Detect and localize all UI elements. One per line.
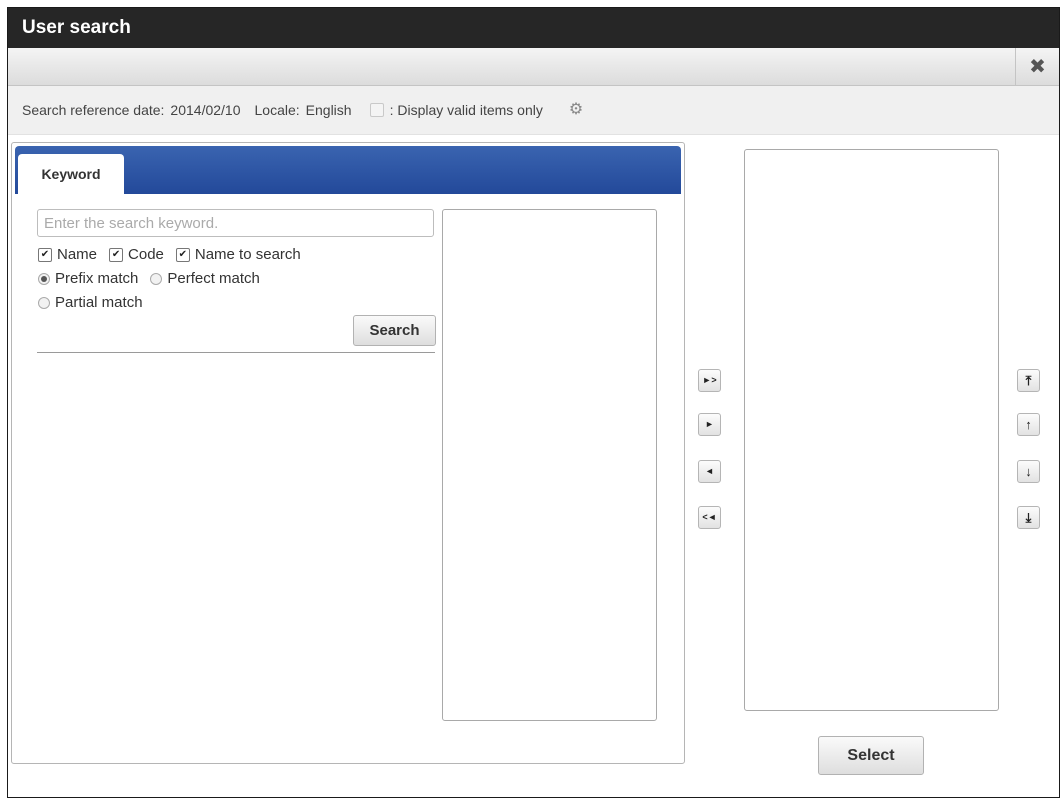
close-icon: ✖ — [1029, 56, 1046, 78]
search-field-options: ✔ Name ✔ Code ✔ Name to search — [38, 246, 313, 263]
search-panel: Keyword ✔ Name ✔ Code ✔ Name to search P… — [11, 142, 685, 764]
partial-match-label: Partial match — [55, 294, 143, 311]
code-checkbox-label: Code — [128, 246, 164, 263]
search-button[interactable]: Search — [353, 315, 436, 346]
reference-date-value: 2014/02/10 — [170, 102, 241, 118]
remove-all-button[interactable]: <◄ — [698, 506, 721, 529]
select-button[interactable]: Select — [818, 736, 924, 775]
name-to-search-checkbox[interactable]: ✔ — [175, 247, 190, 262]
partial-match-radio[interactable] — [38, 296, 50, 309]
move-top-icon: ⤒ — [1025, 373, 1032, 388]
code-checkbox[interactable]: ✔ — [109, 247, 124, 262]
move-top-button[interactable]: ⤒ — [1017, 369, 1040, 392]
valid-items-checkbox[interactable] — [369, 103, 384, 117]
move-bottom-icon: ⤓ — [1025, 510, 1032, 525]
prefix-match-label: Prefix match — [55, 270, 139, 287]
close-button[interactable]: ✖ — [1015, 48, 1059, 85]
remove-all-icon: <◄ — [702, 512, 717, 522]
add-all-icon: ►> — [702, 375, 717, 385]
dialog-title: User search — [8, 8, 1059, 48]
name-to-search-checkbox-label: Name to search — [194, 246, 301, 263]
match-options-row: Prefix match Perfect match — [38, 270, 272, 287]
perfect-match-radio[interactable] — [150, 272, 163, 285]
remove-icon: ◄ — [705, 466, 714, 476]
remove-button[interactable]: ◄ — [698, 460, 721, 483]
name-checkbox-label: Name — [57, 246, 98, 263]
locale-label: Locale: — [254, 102, 300, 118]
prefix-match-radio[interactable] — [38, 272, 50, 285]
move-bottom-button[interactable]: ⤓ — [1017, 506, 1040, 529]
tab-bar: Keyword — [15, 146, 681, 194]
search-input[interactable] — [37, 209, 434, 237]
add-all-button[interactable]: ►> — [698, 369, 721, 392]
selected-users-list[interactable] — [744, 149, 999, 711]
add-button[interactable]: ► — [698, 413, 721, 436]
reference-date-label: Search reference date: — [22, 102, 165, 118]
perfect-match-label: Perfect match — [167, 270, 260, 287]
user-search-dialog: User search ✖ Search reference date: 201… — [7, 7, 1060, 798]
add-icon: ► — [705, 419, 714, 429]
tab-keyword[interactable]: Keyword — [18, 154, 124, 194]
search-results-list[interactable] — [442, 209, 657, 721]
move-up-icon: ↑ — [1025, 417, 1032, 432]
dialog-toolbar: ✖ — [8, 48, 1059, 86]
name-checkbox[interactable]: ✔ — [38, 247, 52, 262]
move-down-button[interactable]: ↓ — [1017, 460, 1040, 483]
locale-value: English — [305, 102, 352, 118]
gear-icon[interactable]: ⚙ — [569, 102, 583, 118]
valid-items-label: : Display valid items only — [389, 102, 543, 118]
move-down-icon: ↓ — [1025, 464, 1032, 479]
move-up-button[interactable]: ↑ — [1017, 413, 1040, 436]
search-info-bar: Search reference date: 2014/02/10 Locale… — [8, 86, 1059, 135]
match-options-row-2: Partial match — [38, 294, 155, 311]
divider — [37, 352, 435, 353]
